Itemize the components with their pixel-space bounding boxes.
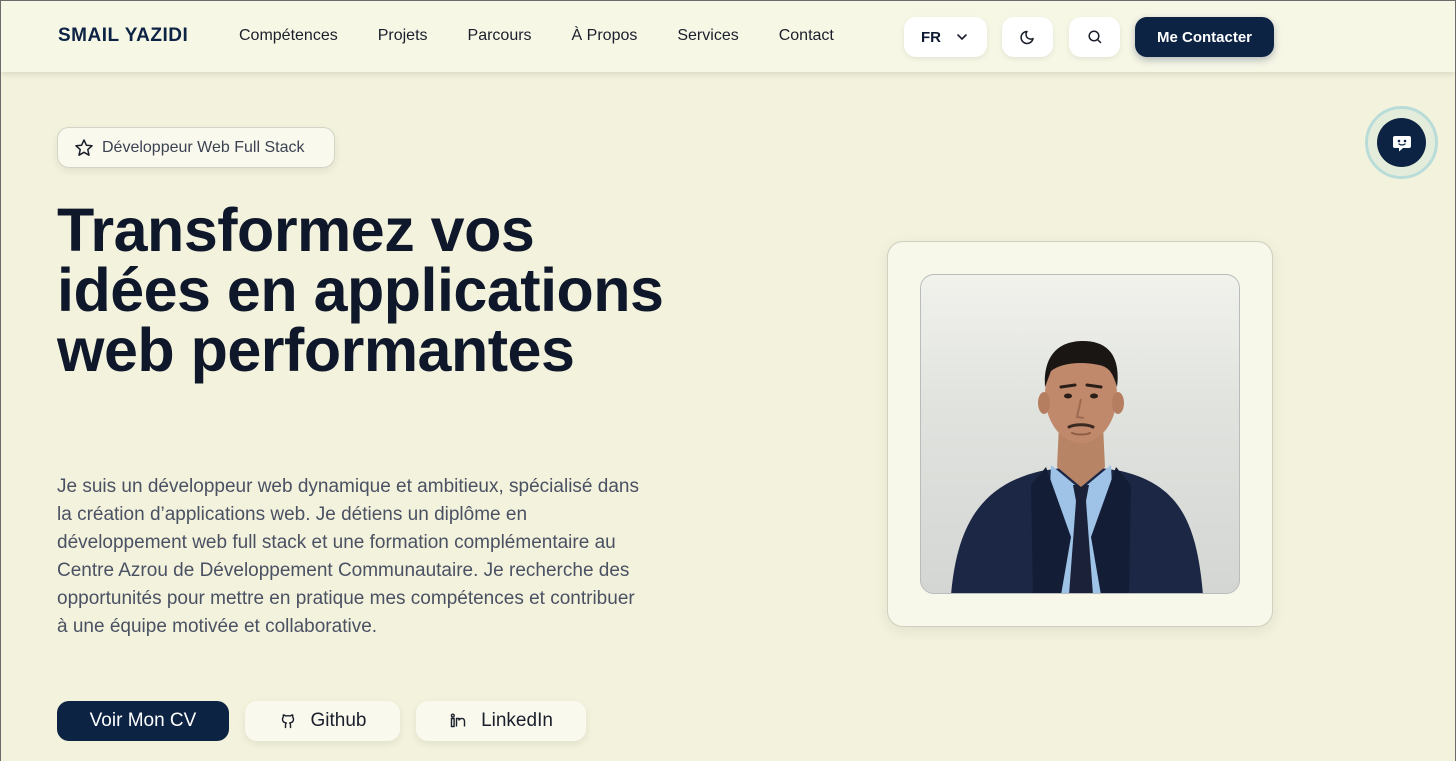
profile-card: [887, 241, 1273, 627]
github-icon: [281, 714, 294, 729]
contact-me-button[interactable]: Me Contacter: [1135, 17, 1274, 57]
linkedin-icon: [450, 713, 466, 728]
search-icon: [1087, 30, 1101, 44]
person-portrait: [951, 341, 1203, 593]
nav-services[interactable]: Services: [677, 27, 738, 45]
github-label: Github: [310, 710, 367, 731]
moon-icon: [1019, 30, 1034, 45]
language-value: FR: [921, 28, 941, 46]
chat-button[interactable]: [1377, 118, 1426, 167]
brand-logo[interactable]: SMAIL YAZIDI: [58, 25, 188, 47]
github-button[interactable]: Github: [245, 701, 400, 741]
nav-parcours[interactable]: Parcours: [468, 27, 532, 45]
nav-a-propos[interactable]: À Propos: [572, 27, 638, 45]
chevron-down-icon: [957, 34, 967, 40]
nav-contact[interactable]: Contact: [779, 27, 834, 45]
star-icon: [75, 138, 93, 156]
nav-competences[interactable]: Compétences: [239, 27, 338, 45]
site-header: SMAIL YAZIDI Compétences Projets Parcour…: [1, 1, 1455, 72]
search-button[interactable]: [1069, 17, 1120, 57]
main-nav: Compétences Projets Parcours À Propos Se…: [239, 27, 874, 45]
role-badge: Développeur Web Full Stack: [57, 127, 335, 168]
view-cv-button[interactable]: Voir Mon CV: [57, 701, 229, 741]
chat-bot-icon: [1392, 135, 1411, 151]
theme-toggle-button[interactable]: [1002, 17, 1053, 57]
linkedin-button[interactable]: LinkedIn: [416, 701, 586, 741]
hero-title: Transformez vos idées en applications we…: [57, 196, 664, 384]
nav-projets[interactable]: Projets: [378, 27, 428, 45]
profile-photo: [920, 274, 1240, 594]
hero-description: Je suis un développeur web dynamique et …: [57, 476, 639, 637]
language-selector[interactable]: FR: [904, 17, 987, 57]
role-badge-label: Développeur Web Full Stack: [102, 138, 305, 156]
linkedin-label: LinkedIn: [481, 710, 553, 731]
